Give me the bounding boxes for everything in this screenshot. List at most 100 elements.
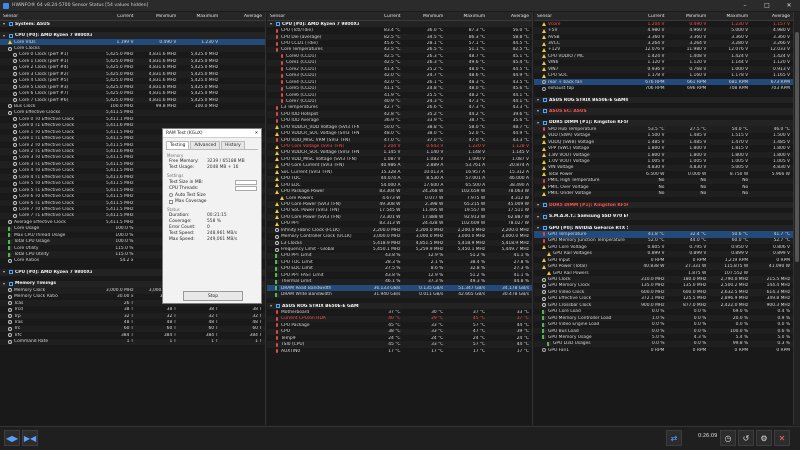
column-maximum[interactable]: Maximum bbox=[446, 14, 488, 19]
sensor-row[interactable]: SPD Hub Temperature 53.5 °C 27.5 °C 54.0 °C… bbox=[534, 126, 793, 133]
sensor-row[interactable]: GPU Input 0 RPM 0 RPM 1,219 RPM 0 RPM bbox=[534, 257, 793, 263]
sensor-row[interactable]: GPU Core Voltage 0.805 V 0.795 V 0.950 V 0.8… bbox=[534, 244, 793, 250]
column-current[interactable]: Current bbox=[628, 14, 668, 19]
expand-toggle-icon[interactable]: ▾ bbox=[270, 22, 274, 26]
sensor-row[interactable]: Current CPU/on HDA 40 °C 29 °C 45 °C 37 °C bbox=[267, 315, 532, 323]
sensor-row[interactable]: CPU Package 45 °C 33 °C 57 °C 44 °C bbox=[267, 322, 532, 328]
sensor-row[interactable]: Core2 (CCD1) 41.4 °C 25.2 °C 48.0 °C 44.5 °C bbox=[267, 66, 532, 72]
sensor-row[interactable]: VIN6 1.120 V 1.120 V 1.144 V 1.120 V bbox=[534, 60, 793, 66]
sensor-row[interactable]: Core Powers 4.673 W 0.077 W 7.975 W 4.312 W bbox=[267, 195, 532, 201]
sensor-row[interactable]: Vcore 1.204 V 0.490 V 1.230 V 1.157 V bbox=[534, 21, 793, 27]
stop-button[interactable]: Stop bbox=[183, 291, 243, 301]
sensor-row[interactable]: CPU VDD_MISC Voltage (SVI3 TFN) 1.087 V 1.… bbox=[267, 156, 532, 162]
sensor-row[interactable]: CPU EDC Limit 27.5 % 8.6 % 32.8 % 27.3 % bbox=[267, 265, 532, 273]
sensor-row[interactable]: Core4 (CCD1) 42.0 °C 26.1 °C 48.3 °C 43.5 °C bbox=[267, 79, 532, 85]
test-size-input[interactable] bbox=[235, 179, 257, 185]
tab-advanced[interactable]: Advanced bbox=[190, 141, 221, 149]
auto-test-size-radio[interactable] bbox=[169, 193, 173, 197]
sensor-row[interactable]: VIN7 0.936 V 0.768 V 1.000 V 0.913 V bbox=[534, 66, 793, 73]
sensor-row[interactable]: Core1 (CCD1) 42.5 °C 26.3 °C 49.6 °C 45.4 °C bbox=[267, 59, 532, 67]
sensor-row[interactable]: Command Rate 1 T 1 T 1 T 1 T bbox=[0, 338, 265, 345]
sensor-row[interactable]: CPU IOD Average 36.9 °C 33.9 °C 38.7 °C 35.6… bbox=[267, 118, 532, 124]
column-maximum[interactable]: Maximum bbox=[179, 14, 221, 19]
sensor-row[interactable]: GPU Rail Voltages 0.899 V 0.899 V 0.899 V 0.… bbox=[534, 250, 793, 257]
sensor-row[interactable]: GPU Effective Clock 372.1 MHz 125.5 MHz 2,8… bbox=[534, 296, 793, 302]
sensor-row[interactable]: CPU TDC Limit 28.3 % 2.1 % 38.4 % 27.8 % bbox=[267, 259, 532, 265]
reset-icon[interactable]: ↺ bbox=[738, 430, 754, 446]
sensor-row[interactable]: CPU Core Power (SVI3 TFN) 49.308 W 2.398 W… bbox=[267, 201, 532, 208]
sensor-row[interactable]: rear + back fan 676 RPM 661 RPM 681 RPM 673 … bbox=[534, 78, 793, 86]
sensor-row[interactable]: GPU Crossbar Clock 900.0 MHz 877.0 MHz 2,42… bbox=[534, 302, 793, 309]
sensor-row[interactable]: L3 Clocks 5,418.9 MHz 4,851.5 MHz 5,418.9 M… bbox=[267, 239, 532, 247]
sensor-row[interactable]: CPU PPT Limit 43.8 % 12.9 % 51.2 % 41.1 % bbox=[267, 252, 532, 260]
sensor-row[interactable]: CPU EDC 54.000 A 17.600 A 65.500 A 38.490 A bbox=[267, 182, 532, 188]
clock-icon[interactable]: ◷ bbox=[720, 430, 736, 446]
sensor-row[interactable]: +5V 4.980 V 4.960 V 5.000 V 4.980 V bbox=[534, 27, 793, 34]
network-icon[interactable]: ⇄ bbox=[666, 430, 682, 446]
sensor-row[interactable]: CPU SOC 1.178 V 1.160 V 1.178 V 1.165 V bbox=[534, 73, 793, 79]
sensor-row[interactable]: CPU TDC 44.074 A 8.530 A 57.001 A 46.000 A bbox=[267, 175, 532, 182]
column-average[interactable]: Average bbox=[221, 14, 265, 19]
tab-testing[interactable]: Testing bbox=[166, 141, 190, 149]
sensor-row[interactable]: CPU (Tctl/Tdie) 83.4 °C 36.0 °C 87.3 °C 56.0… bbox=[267, 27, 532, 33]
expand-toggle-icon[interactable]: ▾ bbox=[3, 22, 7, 26]
sensor-row[interactable]: Tras 48 T 48 T 48 T 48 T bbox=[0, 319, 265, 325]
expand-toggle-icon[interactable]: ▾ bbox=[537, 98, 541, 102]
sensor-row[interactable]: GPU Core Load 0.0 % 0.0 % 69.0 % 0.4 % bbox=[534, 309, 793, 315]
vertical-scrollbar[interactable] bbox=[794, 12, 800, 425]
sensor-row[interactable]: VPP (SWC) Voltage 1.800 V 1.800 V 1.815 V 1.… bbox=[534, 145, 793, 151]
expand-toggle-icon[interactable]: ▾ bbox=[270, 304, 274, 308]
minimize-button[interactable]: – bbox=[734, 0, 756, 11]
sensor-row[interactable]: CPU SoC Power (SVI3 TFN) 17.545 W 11.495 W… bbox=[267, 208, 532, 214]
sensor-row[interactable]: CPU CCD1 (Tdie) 45.6 °C 28.1 °C 57.1 °C 44.5… bbox=[267, 40, 532, 46]
sensor-row[interactable]: VIN Voltage 4.830 V 4.830 V 5.005 V 4.830 V bbox=[534, 164, 793, 172]
sensor-row[interactable]: CPU PPT 83.313 W 24.428 W 102.609 W 78.027 W bbox=[267, 221, 532, 227]
sensor-row[interactable]: GPU Memory Clock 135.0 MHz 135.0 MHz 2,500.… bbox=[534, 283, 793, 289]
column-sensor[interactable]: Sensor bbox=[0, 14, 92, 19]
expand-toggle-icon[interactable]: ▾ bbox=[3, 281, 7, 286]
sensor-row[interactable]: CPU VDDIO / MC 1.424 V 1.408 V 1.424 V 1.424… bbox=[534, 53, 793, 60]
sensor-panel-2[interactable]: Sensor Current Minimum Maximum Average ▾… bbox=[267, 12, 533, 425]
sensor-row[interactable]: GPU Bus Load 0.0 % 0.0 % 100.0 % 0.6 % bbox=[534, 327, 793, 335]
sensor-row[interactable]: 1.8V VOUT Voltage 1.800 V 1.800 V 1.800 V 1.… bbox=[534, 151, 793, 159]
sensor-row[interactable]: Core0 (CCD1) 42.5 °C 26.3 °C 48.7 °C 45.1 °C bbox=[267, 53, 532, 59]
sensor-row[interactable]: CPU VDDCR_SOC Voltage (SVI3 TFN) 1.145 V 1… bbox=[267, 149, 532, 157]
expand-toggle-icon[interactable]: ▾ bbox=[537, 120, 541, 125]
sensor-row[interactable]: SoC Current (SVI3 TFN) 15.328 A 10.013 A 16… bbox=[267, 169, 532, 175]
column-minimum[interactable]: Minimum bbox=[667, 14, 709, 19]
close-button[interactable]: ✕ bbox=[778, 0, 800, 11]
sensor-row[interactable]: CPU Package Power 83.304 W 24.268 W 102.659… bbox=[267, 188, 532, 195]
column-maximum[interactable]: Maximum bbox=[709, 14, 751, 19]
next-arrows-icon[interactable]: ▶◀ bbox=[22, 430, 38, 446]
sensor-row[interactable]: CPU VDDCR_SOC Voltage (SVI3 TFN) 48.0 °C 3… bbox=[267, 130, 532, 136]
sensor-row[interactable]: GPU Memory Junction Temperature 52.0 °C 44… bbox=[534, 237, 793, 245]
sensor-row[interactable]: CPU 38 °C 33 °C 47 °C 39 °C bbox=[267, 328, 532, 335]
sensor-row[interactable]: Core7 (CCD1) 40.9 °C 24.3 °C 47.1 °C 44.1 °C bbox=[267, 98, 532, 105]
sensor-row[interactable]: VDDQ (SWB) Voltage 1.485 V 1.485 V 1.470 V 1… bbox=[534, 139, 793, 146]
sensor-row[interactable]: Core Temperatures 42.5 °C 26.5 °C 51.1 °C 42… bbox=[267, 46, 532, 54]
sensor-row[interactable]: Total Power 6.500 W 0.000 W 8.750 W 5.966 W bbox=[534, 171, 793, 177]
sensor-row[interactable]: CPU PPT FAST Limit 43.8 % 12.9 % 51.2 % 41.1… bbox=[267, 272, 532, 278]
sensor-row[interactable]: CPU Core Voltage (SVI3 TFN) 1.204 V 0.643 … bbox=[267, 143, 532, 149]
sensor-row[interactable]: Frequency Limit - Global 5,450.1 MHz 5,259… bbox=[267, 246, 532, 252]
expand-toggle-icon[interactable]: ▾ bbox=[537, 214, 541, 219]
sensor-row[interactable]: CPU IOD Hotspot 42.8 °C 35.2 °C 44.2 °C 39.6… bbox=[267, 111, 532, 118]
sensor-row[interactable]: CPU Core Power (SVI3 TFN) 73.301 W 17.888 … bbox=[267, 214, 532, 221]
sensor-row[interactable]: GPU Memory Controller Load 1.0 % 0.0 % 20.0… bbox=[534, 314, 793, 322]
sensor-row[interactable]: GPU Fan1 0 RPM 0 RPM 0 RPM 0 RPM bbox=[534, 347, 793, 353]
column-average[interactable]: Average bbox=[488, 14, 532, 19]
sensor-row[interactable]: GPU Memory Usage 5.0 % 4.3 % 5.4 % 5.0 % bbox=[534, 334, 793, 340]
sensor-row[interactable]: Trcd 38 T 38 T 38 T 38 T bbox=[0, 306, 265, 312]
max-coverage-checkbox[interactable] bbox=[169, 199, 173, 204]
sensor-row[interactable]: CPU Die (average) 82.5 °C 34.5 °C 86.3 °C 58… bbox=[267, 33, 532, 41]
auto-test-size-row[interactable]: Auto Test Size bbox=[169, 193, 257, 198]
column-sensor[interactable]: Sensor bbox=[267, 14, 359, 19]
sensor-row[interactable]: Trp 32 T 32 T 32 T 32 T bbox=[0, 312, 265, 320]
sensor-row[interactable]: Thermal Limit 46.1 % 37.3 % 49.3 % 44.8 % bbox=[267, 278, 532, 285]
sensor-row[interactable]: CPU Core Current (SVI3 TFN) 40.986 A 2.889… bbox=[267, 162, 532, 170]
tab-history[interactable]: History bbox=[221, 141, 245, 149]
previous-arrows-icon[interactable]: ◀▶ bbox=[4, 430, 20, 446]
expand-toggle-icon[interactable]: ▾ bbox=[3, 270, 7, 274]
gear-icon[interactable]: ⚙ bbox=[756, 430, 772, 446]
column-average[interactable]: Average bbox=[751, 14, 793, 19]
